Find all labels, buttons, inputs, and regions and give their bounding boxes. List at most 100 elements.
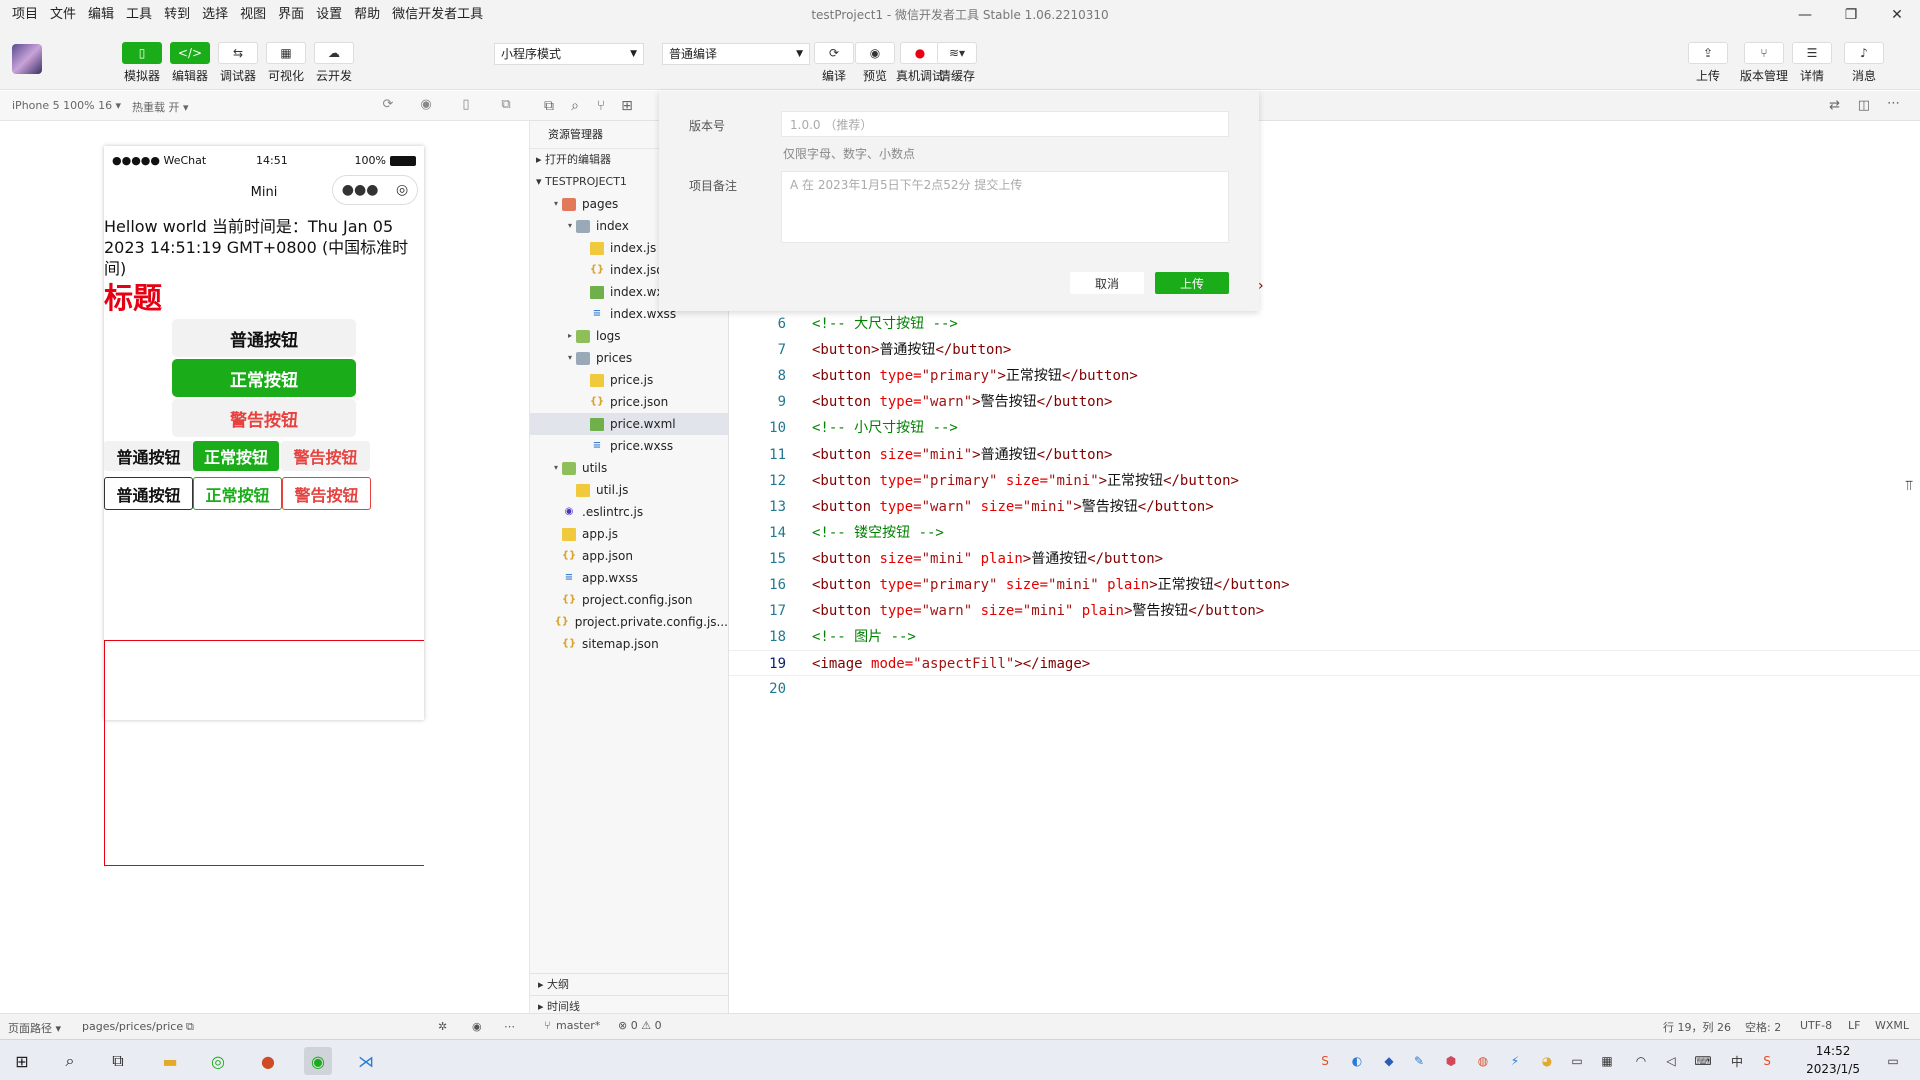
toolbar-button[interactable]: ☁ 云开发 xyxy=(314,42,354,84)
search-icon[interactable]: ⌕ xyxy=(562,98,588,114)
powerpoint-icon[interactable]: ● xyxy=(254,1047,282,1075)
split-editor-icon[interactable]: ◫ xyxy=(1858,98,1870,113)
minimize-icon[interactable]: — xyxy=(1782,0,1828,30)
file-tree-item[interactable]: price.wxml xyxy=(530,413,728,435)
toolbar-button[interactable]: ☰ 详情 xyxy=(1792,42,1832,84)
file-tree-item[interactable]: app.js xyxy=(530,523,728,545)
file-tree-item[interactable]: ▾ prices xyxy=(530,347,728,369)
hotreload-toggle[interactable]: 热重载 开 ▾ xyxy=(132,99,189,115)
note-textarea[interactable]: A 在 2023年1月5日下午2点52分 提交上传 xyxy=(781,171,1229,243)
close-icon[interactable]: ✕ xyxy=(1874,0,1920,30)
primary-button[interactable]: 正常按钮 xyxy=(172,359,356,397)
toolbar-button[interactable]: </> 编辑器 xyxy=(170,42,210,84)
tray-app3-icon[interactable]: ◍ xyxy=(1474,1052,1492,1070)
file-explorer-icon[interactable]: ▬ xyxy=(156,1047,184,1075)
toolbar-button[interactable]: ⟳ 编译 xyxy=(814,42,854,84)
avatar[interactable] xyxy=(12,44,42,74)
clock[interactable]: 14:52 2023/1/5 xyxy=(1806,1042,1860,1078)
mini-default-button[interactable]: 普通按钮 xyxy=(104,441,193,471)
cursor-position[interactable]: 行 19，列 26 xyxy=(1663,1019,1731,1035)
tray-grid-icon[interactable]: ▦ xyxy=(1598,1052,1616,1070)
encoding-setting[interactable]: UTF-8 xyxy=(1800,1019,1832,1032)
tray-s-icon[interactable]: S xyxy=(1316,1052,1334,1070)
menu-item[interactable]: 转到 xyxy=(158,0,196,30)
eol-setting[interactable]: LF xyxy=(1848,1019,1860,1032)
browser-icon[interactable]: ◎ xyxy=(204,1047,232,1075)
menu-item[interactable]: 编辑 xyxy=(82,0,120,30)
file-tree-item[interactable]: ≡ app.wxss xyxy=(530,567,728,589)
page-path-label[interactable]: 页面路径 ▾ xyxy=(8,1020,61,1036)
mode-select[interactable]: 小程序模式 ▼ xyxy=(494,43,644,65)
device-icon[interactable]: ▯ xyxy=(458,97,474,113)
menu-item[interactable]: 视图 xyxy=(234,0,272,30)
tray-bolt-icon[interactable]: ⚡ xyxy=(1506,1052,1524,1070)
wifi-icon[interactable]: ◠ xyxy=(1632,1052,1650,1070)
indent-setting[interactable]: 空格: 2 xyxy=(1745,1019,1781,1035)
default-button[interactable]: 普通按钮 xyxy=(172,319,356,357)
window-icon[interactable]: ⧉ xyxy=(498,97,514,113)
problems-label[interactable]: ⊗ 0 ⚠ 0 xyxy=(618,1019,662,1032)
file-tree-item[interactable]: ▾ utils xyxy=(530,457,728,479)
battery-icon[interactable]: ▭ xyxy=(1568,1052,1586,1070)
maximize-icon[interactable]: ❐ xyxy=(1828,0,1874,30)
file-tree-item[interactable]: {} app.json xyxy=(530,545,728,567)
copy-icon[interactable]: ⧉ xyxy=(186,1020,194,1034)
menu-item[interactable]: 微信开发者工具 xyxy=(386,0,489,30)
file-tree-item[interactable]: ◉ .eslintrc.js xyxy=(530,501,728,523)
close-target-icon[interactable]: ◎ xyxy=(396,182,408,198)
tray-shield-icon[interactable]: ◆ xyxy=(1380,1052,1398,1070)
upload-button[interactable]: 上传 xyxy=(1155,272,1229,294)
toolbar-button[interactable]: ◉ 预览 xyxy=(855,42,895,84)
tray-app4-icon[interactable]: ◕ xyxy=(1538,1052,1556,1070)
toolbar-button[interactable]: ▦ 可视化 xyxy=(266,42,306,84)
toolbar-button[interactable]: ⑂ 版本管理 xyxy=(1740,42,1788,84)
language-mode[interactable]: WXML xyxy=(1875,1019,1909,1032)
toolbar-button[interactable]: ▯ 模拟器 xyxy=(122,42,162,84)
menu-item[interactable]: 文件 xyxy=(44,0,82,30)
stop-icon[interactable]: ◉ xyxy=(418,97,434,113)
outline-section[interactable]: ▸ 大纲 xyxy=(530,973,729,995)
device-select[interactable]: iPhone 5 100% 16 ▾ xyxy=(12,99,121,112)
warn-button[interactable]: 警告按钮 xyxy=(172,399,356,437)
plain-warn-button[interactable]: 警告按钮 xyxy=(282,477,371,510)
compile-select[interactable]: 普通编译 ▼ xyxy=(662,43,810,65)
capsule-menu[interactable]: ●●● ◎ xyxy=(332,175,418,205)
tray-app2-icon[interactable]: ⬢ xyxy=(1442,1052,1460,1070)
file-tree-item[interactable]: {} sitemap.json xyxy=(530,633,728,655)
files-icon[interactable]: ⧉ xyxy=(536,98,562,114)
file-tree-item[interactable]: {} project.private.config.js... xyxy=(530,611,728,633)
extensions-icon[interactable]: ⊞ xyxy=(614,98,640,114)
menu-item[interactable]: 设置 xyxy=(310,0,348,30)
tray-pen-icon[interactable]: ✎ xyxy=(1410,1052,1428,1070)
compare-icon[interactable]: ⇄ xyxy=(1829,98,1840,113)
sogou-icon[interactable]: S xyxy=(1758,1052,1776,1070)
menu-item[interactable]: 选择 xyxy=(196,0,234,30)
toolbar-button[interactable]: ⇪ 上传 xyxy=(1688,42,1728,84)
rotate-icon[interactable]: ⟳ xyxy=(380,97,396,113)
cancel-button[interactable]: 取消 xyxy=(1070,272,1144,294)
search-icon[interactable]: ⌕ xyxy=(56,1047,84,1075)
tray-app-icon[interactable]: ◐ xyxy=(1348,1052,1366,1070)
eye-icon[interactable]: ◉ xyxy=(472,1020,482,1033)
menu-item[interactable]: 项目 xyxy=(6,0,44,30)
file-tree-item[interactable]: {} price.json xyxy=(530,391,728,413)
file-tree-item[interactable]: ≡ price.wxss xyxy=(530,435,728,457)
more-icon[interactable]: ●●● xyxy=(342,182,379,198)
start-icon[interactable]: ⊞ xyxy=(8,1047,36,1075)
mini-warn-button[interactable]: 警告按钮 xyxy=(281,441,370,471)
toolbar-button[interactable]: ≋▾ 清缓存 xyxy=(937,42,977,84)
source-control-icon[interactable]: ⑂ xyxy=(588,98,614,114)
wechat-devtools-icon[interactable]: ◉ xyxy=(304,1047,332,1075)
vscode-icon[interactable]: ⋊ xyxy=(352,1047,380,1075)
ime-indicator[interactable]: 中 xyxy=(1728,1052,1746,1070)
branch-label[interactable]: master* xyxy=(556,1019,600,1032)
file-tree-item[interactable]: {} project.config.json xyxy=(530,589,728,611)
more-icon[interactable]: ⋯ xyxy=(504,1020,515,1033)
plain-primary-button[interactable]: 正常按钮 xyxy=(193,477,282,510)
toolbar-button[interactable]: ♪ 消息 xyxy=(1844,42,1884,84)
file-tree-item[interactable]: price.js xyxy=(530,369,728,391)
notification-icon[interactable]: ▭ xyxy=(1884,1052,1902,1070)
file-tree-item[interactable]: ▸ logs xyxy=(530,325,728,347)
version-input[interactable]: 1.0.0 （推荐） xyxy=(781,111,1229,137)
more-actions-icon[interactable]: ⋯ xyxy=(1887,96,1900,111)
